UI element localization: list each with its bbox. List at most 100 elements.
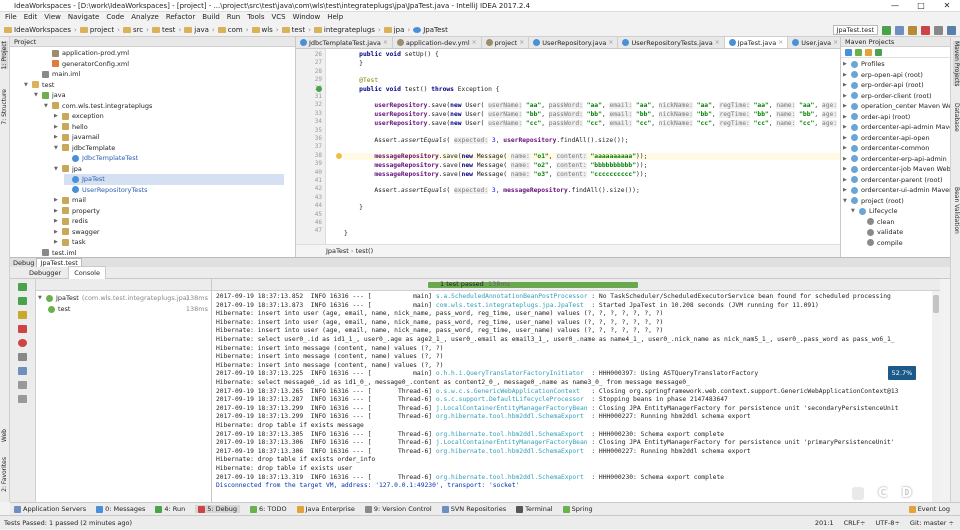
collapsed-arrow-icon[interactable]: ▶ bbox=[843, 101, 848, 112]
breadcrumb-item[interactable]: src bbox=[122, 26, 143, 34]
maven-tree-item[interactable]: clean bbox=[859, 217, 894, 228]
scroll-thumb[interactable] bbox=[933, 295, 939, 313]
project-tree-item[interactable]: ▼ com.wls.test.integrateplugs bbox=[44, 101, 284, 112]
maven-tree-item[interactable]: ▶ ordercenter-api-admin Maven Web bbox=[843, 122, 960, 133]
add-icon[interactable] bbox=[855, 49, 862, 56]
expanded-arrow-icon[interactable]: ▼ bbox=[44, 101, 49, 112]
breakpoints-icon[interactable] bbox=[18, 339, 27, 347]
maven-tree-item[interactable]: ▶ ordercenter-erp-api-admin bbox=[843, 154, 947, 165]
cursor-position[interactable]: 201:1 bbox=[815, 516, 834, 530]
project-tree-item[interactable]: ▶ swagger bbox=[54, 227, 284, 238]
breadcrumb-item[interactable]: wls bbox=[251, 26, 273, 34]
stop-debug-icon[interactable] bbox=[18, 325, 27, 333]
menu-analyze[interactable]: Analyze bbox=[131, 12, 159, 23]
editor-tab[interactable]: project × bbox=[482, 37, 530, 48]
collapsed-arrow-icon[interactable]: ▶ bbox=[54, 227, 59, 238]
run-maven-icon[interactable] bbox=[875, 49, 882, 56]
maven-tree-item[interactable]: ▶ ordercenter-api-open bbox=[843, 133, 930, 144]
close-tab-icon[interactable]: × bbox=[472, 37, 477, 48]
coverage-icon[interactable] bbox=[908, 25, 917, 35]
menu-tools[interactable]: Tools bbox=[247, 12, 264, 23]
stop-icon[interactable] bbox=[921, 25, 930, 35]
collapsed-arrow-icon[interactable]: ▶ bbox=[54, 195, 59, 206]
bottom-tab[interactable]: 4: Run bbox=[155, 505, 185, 513]
maven-tree-item[interactable]: ▶ erp-order-client (root) bbox=[843, 91, 932, 102]
breadcrumb-item[interactable]: JpaTest bbox=[413, 26, 448, 34]
test-case-row[interactable]: test 138ms bbox=[48, 304, 208, 315]
menu-run[interactable]: Run bbox=[227, 12, 240, 23]
project-tree-item[interactable]: ▶ property bbox=[54, 206, 284, 217]
maven-tree-item[interactable]: validate bbox=[859, 227, 903, 238]
maximize-button[interactable]: □ bbox=[908, 0, 934, 12]
lifecycle-icon[interactable] bbox=[865, 49, 872, 56]
collapsed-arrow-icon[interactable]: ▶ bbox=[54, 216, 59, 227]
bottom-tab[interactable]: Application Servers bbox=[14, 505, 86, 513]
menu-code[interactable]: Code bbox=[106, 12, 124, 23]
breadcrumb-item[interactable]: com bbox=[217, 26, 243, 34]
collapsed-arrow-icon[interactable]: ▶ bbox=[54, 122, 59, 133]
file-encoding[interactable]: UTF-8÷ bbox=[876, 516, 900, 530]
git-branch[interactable]: Git: master ÷ bbox=[910, 516, 954, 530]
editor-tab[interactable]: JdbcTemplateTest.java × bbox=[296, 37, 393, 48]
menu-navigate[interactable]: Navigate bbox=[68, 12, 99, 23]
structure-tool-button[interactable]: 7: Structure bbox=[1, 89, 8, 125]
bottom-tab[interactable]: Event Log bbox=[908, 505, 950, 513]
expanded-arrow-icon[interactable]: ▼ bbox=[843, 196, 848, 207]
crumb-method[interactable]: test() bbox=[356, 247, 374, 255]
close-tab-icon[interactable]: × bbox=[778, 37, 783, 48]
collapsed-arrow-icon[interactable]: ▶ bbox=[843, 112, 848, 123]
close-tab-icon[interactable]: × bbox=[608, 37, 613, 48]
bottom-tab[interactable]: SVN Repositories bbox=[441, 505, 506, 513]
project-tree-item[interactable]: ▼ jdbcTemplate bbox=[54, 143, 284, 154]
menu-file[interactable]: File bbox=[5, 12, 17, 23]
project-tool-button[interactable]: 1: Project bbox=[1, 41, 8, 70]
expanded-arrow-icon[interactable]: ▼ bbox=[54, 164, 59, 175]
breadcrumb-item[interactable]: java bbox=[184, 26, 209, 34]
maven-tool-button[interactable]: Maven Projects bbox=[953, 41, 960, 87]
rerun-icon[interactable] bbox=[18, 283, 27, 291]
maven-tree-item[interactable]: ▶ erp-order-api (root) bbox=[843, 80, 924, 91]
web-tool-button[interactable]: Web bbox=[1, 429, 8, 442]
menu-vcs[interactable]: VCS bbox=[271, 12, 285, 23]
run-icon[interactable] bbox=[882, 25, 891, 35]
editor-tab[interactable]: UserRepositoryTests.java × bbox=[618, 37, 725, 48]
bottom-tab[interactable]: Java Enterprise bbox=[296, 505, 355, 513]
project-tree-item[interactable]: ▼ jpa bbox=[54, 164, 284, 175]
settings-gear-icon[interactable] bbox=[18, 367, 27, 375]
maven-tree-item[interactable]: ▶ ordercenter-ui-admin Maven Web bbox=[843, 185, 960, 196]
close-tab-icon[interactable]: × bbox=[519, 37, 524, 48]
close-tab-icon[interactable]: × bbox=[833, 37, 838, 48]
menu-edit[interactable]: Edit bbox=[24, 12, 38, 23]
tab-console[interactable]: Console bbox=[68, 266, 106, 279]
expanded-arrow-icon[interactable]: ▼ bbox=[851, 206, 856, 217]
menu-refactor[interactable]: Refactor bbox=[166, 12, 195, 23]
pin-icon[interactable] bbox=[18, 381, 27, 389]
bottom-tab[interactable]: 0: Messages bbox=[96, 505, 145, 513]
breadcrumb-item[interactable]: IdeaWorkspaces bbox=[4, 26, 71, 34]
maven-tree-item[interactable]: ▶ ordercenter-parent (root) bbox=[843, 175, 943, 186]
editor-tab[interactable]: UserRepository.java × bbox=[529, 37, 619, 48]
database-tool-button[interactable]: Database bbox=[953, 103, 960, 132]
expanded-arrow-icon[interactable]: ▼ bbox=[54, 143, 59, 154]
maven-tree-item[interactable]: ▶ order-api (root) bbox=[843, 112, 910, 123]
project-tree-item[interactable]: main.iml bbox=[34, 69, 284, 80]
menu-help[interactable]: Help bbox=[327, 12, 343, 23]
collapsed-arrow-icon[interactable]: ▶ bbox=[843, 164, 848, 175]
maven-tree-item[interactable]: ▶ erp-open-api (root) bbox=[843, 70, 923, 81]
project-tree-item[interactable]: ▶ mail bbox=[54, 195, 284, 206]
collapsed-arrow-icon[interactable]: ▶ bbox=[843, 175, 848, 186]
collapsed-arrow-icon[interactable]: ▶ bbox=[843, 143, 848, 154]
collapsed-arrow-icon[interactable]: ▶ bbox=[843, 185, 848, 196]
bottom-tab[interactable]: 5: Debug bbox=[195, 505, 241, 513]
maven-tree-item[interactable]: ▼ project (root) bbox=[843, 196, 904, 207]
test-suite-row[interactable]: ▼ JpaTest (com.wls.test.integrateplugs.j… bbox=[38, 293, 208, 304]
close-button[interactable]: ✕ bbox=[934, 0, 960, 12]
breadcrumb-item[interactable]: project bbox=[79, 26, 114, 34]
project-tree-item[interactable]: ▶ hello bbox=[54, 122, 284, 133]
search-icon[interactable] bbox=[947, 25, 956, 35]
expanded-arrow-icon[interactable]: ▼ bbox=[24, 80, 29, 91]
menu-window[interactable]: Window bbox=[293, 12, 321, 23]
debug-icon[interactable] bbox=[895, 25, 904, 35]
hand-icon[interactable] bbox=[851, 486, 864, 500]
collapsed-arrow-icon[interactable]: ▶ bbox=[54, 132, 59, 143]
